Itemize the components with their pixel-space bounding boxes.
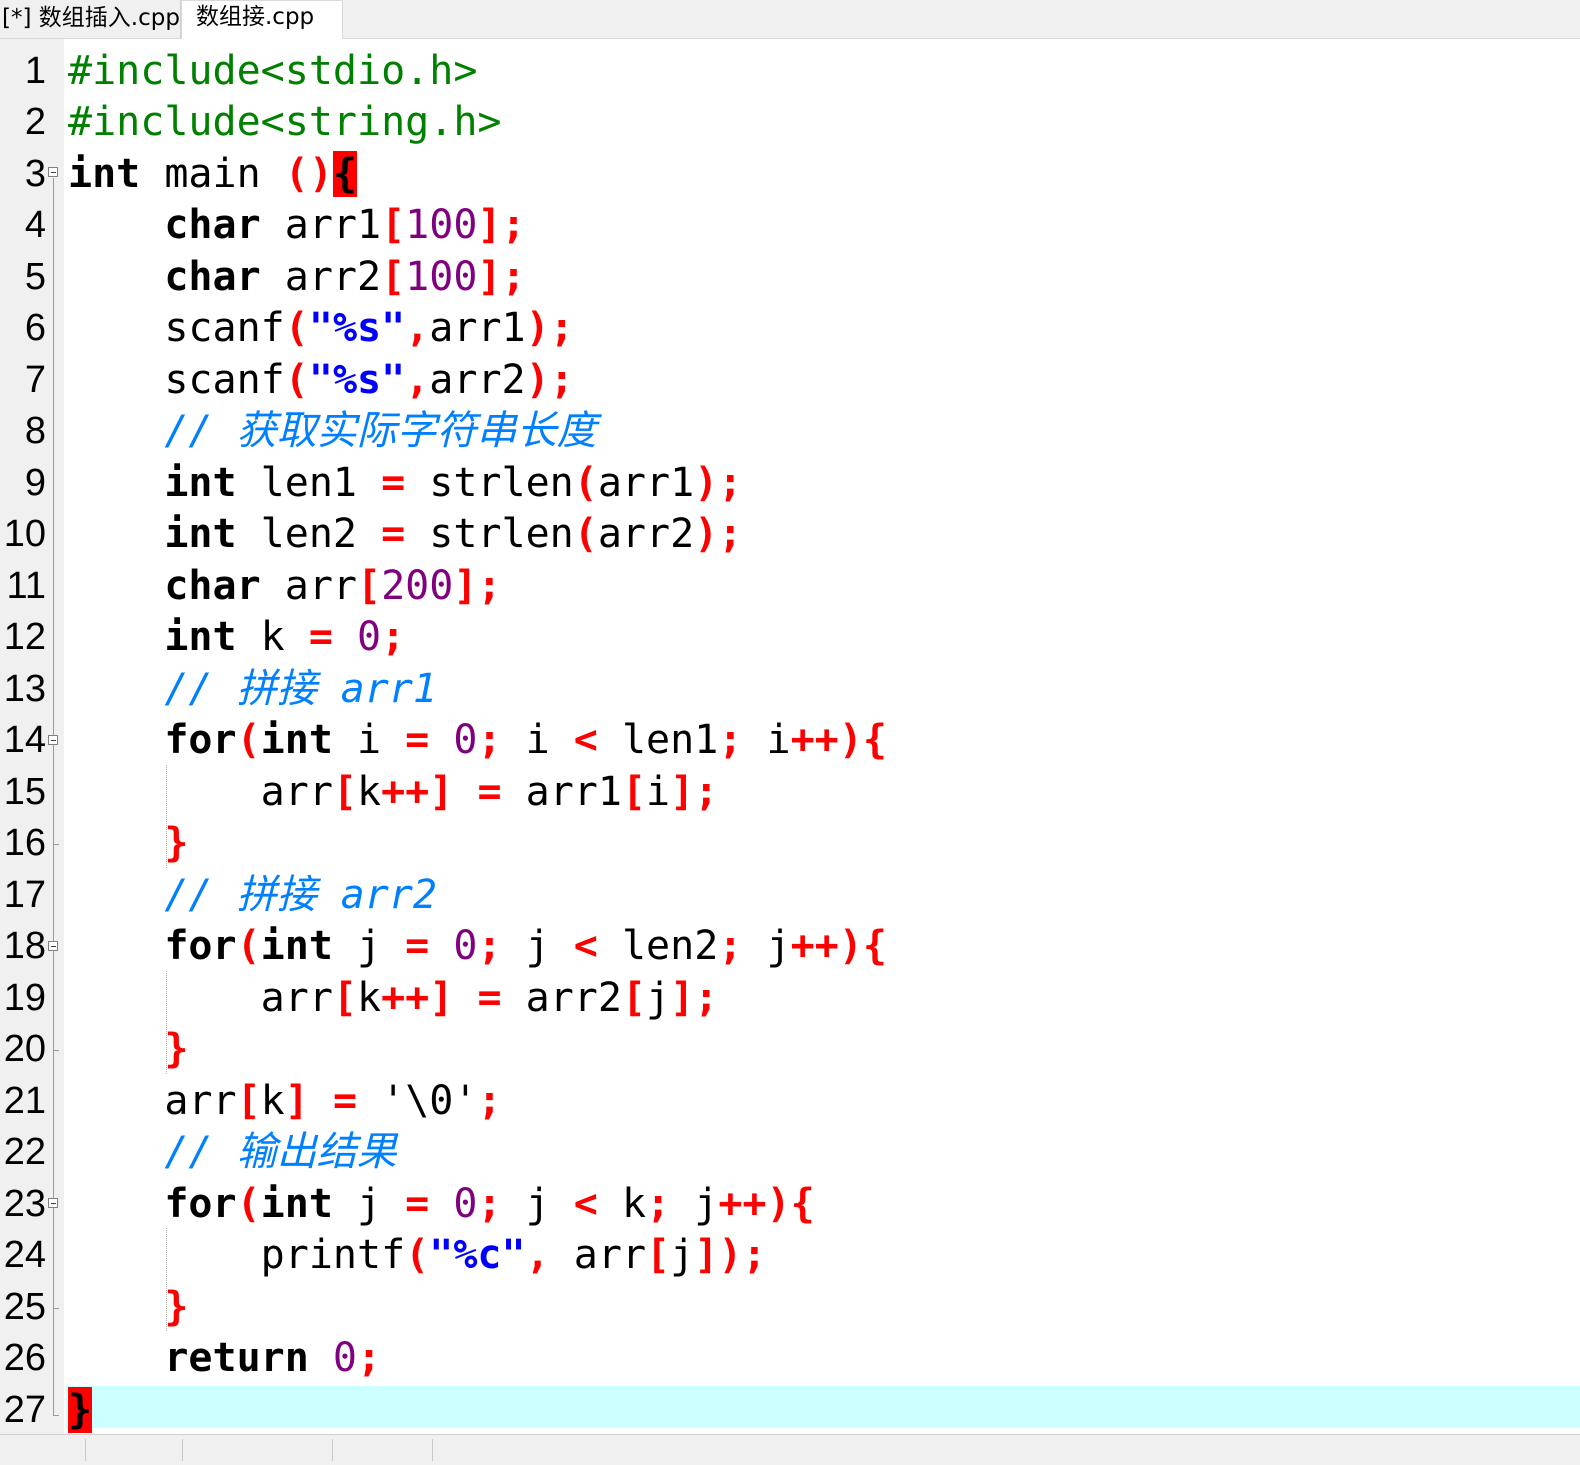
code-line-3: int main (){ xyxy=(68,151,358,197)
line-number: 2 xyxy=(24,101,46,143)
line-number: 18 xyxy=(3,925,46,967)
line-number: 24 xyxy=(3,1234,46,1276)
fold-end-marker xyxy=(53,1415,59,1416)
line-number: 23 xyxy=(3,1183,46,1225)
line-number: 17 xyxy=(3,874,46,916)
line-number: 25 xyxy=(3,1286,46,1328)
code-line-6: scanf("%s",arr1); xyxy=(164,305,574,351)
status-divider xyxy=(432,1439,433,1461)
fold-end-marker xyxy=(53,1308,59,1309)
fold-end-marker xyxy=(53,844,59,845)
code-line-4: char arr1[100]; xyxy=(164,202,526,248)
code-line-21: arr[k] = '\0'; xyxy=(164,1078,502,1124)
code-line-14: for(int i = 0; i < len1; i++){ xyxy=(164,717,887,763)
status-divider xyxy=(85,1439,86,1461)
code-line-22: // 输出结果 xyxy=(164,1129,397,1175)
line-number: 15 xyxy=(3,771,46,813)
current-line-highlight xyxy=(66,1386,1580,1428)
code-line-27: } xyxy=(68,1384,93,1436)
status-bar xyxy=(0,1434,1580,1465)
code-line-24: printf("%c", arr[j]); xyxy=(260,1232,767,1278)
line-number: 11 xyxy=(6,565,46,607)
line-number-gutter: 1 2 3 4 5 6 7 8 9 10 11 12 13 14 15 16 1… xyxy=(0,39,64,1434)
code-line-13: // 拼接 arr1 xyxy=(164,666,437,712)
line-number: 4 xyxy=(24,204,46,246)
tab-bar: [*] 数组插入.cpp 数组接.cpp xyxy=(0,0,1580,39)
code-line-9: int len1 = strlen(arr1); xyxy=(164,460,743,506)
fold-minus-icon[interactable] xyxy=(48,735,58,745)
code-line-5: char arr2[100]; xyxy=(164,254,526,300)
code-editor[interactable]: #include<stdio.h> #include<string.h> int… xyxy=(66,39,1580,1434)
code-line-12: int k = 0; xyxy=(164,614,406,660)
code-line-15: arr[k++] = arr1[i]; xyxy=(260,769,719,815)
tab-array-concat[interactable]: 数组接.cpp xyxy=(181,0,343,39)
tab-label: 数组接.cpp xyxy=(196,4,315,30)
brace-match-highlight: } xyxy=(68,1387,93,1433)
line-number: 26 xyxy=(3,1337,46,1379)
line-number: 13 xyxy=(3,668,46,710)
code-line-23: for(int j = 0; j < k; j++){ xyxy=(164,1181,815,1227)
line-number: 6 xyxy=(24,307,46,349)
fold-minus-icon[interactable] xyxy=(48,941,58,951)
tab-array-insert[interactable]: [*] 数组插入.cpp xyxy=(0,0,181,38)
code-line-18: for(int j = 0; j < len2; j++){ xyxy=(164,923,887,969)
tab-label: [*] 数组插入.cpp xyxy=(2,5,180,31)
code-line-11: char arr[200]; xyxy=(164,563,502,609)
brace-match-highlight: { xyxy=(332,151,358,197)
line-number: 1 xyxy=(24,50,46,92)
status-divider xyxy=(182,1439,183,1461)
code-line-17: // 拼接 arr2 xyxy=(164,872,437,918)
fold-end-marker xyxy=(53,1050,59,1051)
code-line-8: // 获取实际字符串长度 xyxy=(164,408,597,454)
code-line-20: } xyxy=(164,1026,189,1072)
line-number: 3 xyxy=(24,153,46,195)
line-number: 16 xyxy=(3,822,46,864)
code-line-25: } xyxy=(164,1284,189,1330)
code-line-1: #include<stdio.h> xyxy=(68,48,478,94)
code-line-19: arr[k++] = arr2[j]; xyxy=(260,975,719,1021)
fold-minus-icon[interactable] xyxy=(48,1198,58,1208)
line-number: 5 xyxy=(24,256,46,298)
line-number: 27 xyxy=(3,1389,46,1431)
code-line-2: #include<string.h> xyxy=(68,99,502,145)
line-number: 14 xyxy=(3,719,46,761)
status-divider xyxy=(332,1439,333,1461)
line-number: 9 xyxy=(24,462,46,504)
code-line-26: return 0; xyxy=(164,1335,382,1381)
line-number: 21 xyxy=(3,1080,46,1122)
line-number: 10 xyxy=(3,513,46,555)
code-line-7: scanf("%s",arr2); xyxy=(164,357,574,403)
line-number: 12 xyxy=(3,616,46,658)
code-line-16: } xyxy=(164,820,189,866)
line-number: 8 xyxy=(24,410,46,452)
line-number: 22 xyxy=(3,1131,46,1173)
line-number: 7 xyxy=(24,359,46,401)
fold-minus-icon[interactable] xyxy=(48,167,58,177)
line-number: 19 xyxy=(3,977,46,1019)
line-number: 20 xyxy=(3,1028,46,1070)
fold-line xyxy=(53,178,54,1415)
code-line-10: int len2 = strlen(arr2); xyxy=(164,511,743,557)
